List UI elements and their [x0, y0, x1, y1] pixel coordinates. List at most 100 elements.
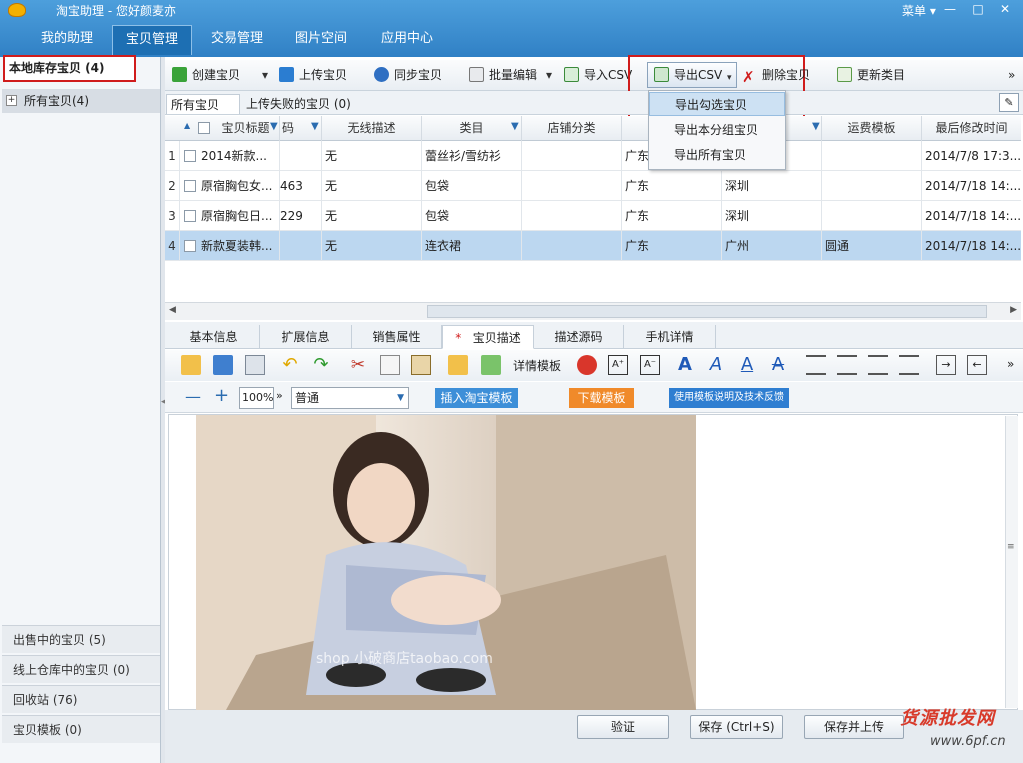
- strikethrough-icon[interactable]: A: [768, 355, 788, 375]
- scroll-left-icon[interactable]: ◀: [169, 305, 176, 315]
- filter-icon[interactable]: ▼: [311, 121, 319, 132]
- nav-tab-my-assistant[interactable]: 我的助理: [28, 25, 106, 55]
- row-checkbox[interactable]: [184, 150, 196, 162]
- scrollbar-thumb[interactable]: [427, 305, 987, 318]
- scroll-grip-icon[interactable]: ≡: [1007, 542, 1015, 552]
- table-row[interactable]: 1 2014新款... 无蕾丝衫/雪纺衫 广东 2014/7/8 17:3...: [165, 141, 1021, 171]
- nav-tab-item-management[interactable]: 宝贝管理: [112, 25, 192, 55]
- sync-item-button[interactable]: 同步宝贝: [374, 64, 442, 86]
- insert-image-icon[interactable]: [481, 355, 501, 375]
- tab-item-description[interactable]: * 宝贝描述: [442, 325, 534, 349]
- outdent-icon[interactable]: ←: [967, 355, 987, 375]
- create-item-button[interactable]: 创建宝贝: [172, 64, 240, 86]
- subtab-upload-failed[interactable]: 上传失败的宝贝 (0): [246, 94, 351, 114]
- subtab-all-items[interactable]: 所有宝贝 (4): [166, 94, 240, 132]
- filter-icon[interactable]: ▼: [511, 121, 519, 132]
- preview-icon[interactable]: [245, 355, 265, 375]
- expand-icon[interactable]: +: [6, 95, 17, 106]
- zoom-more-icon[interactable]: »: [276, 389, 283, 402]
- justify-icon[interactable]: [899, 355, 919, 375]
- nav-tab-trade-management[interactable]: 交易管理: [198, 25, 276, 55]
- tab-description-source[interactable]: 描述源码: [534, 325, 624, 349]
- cut-icon[interactable]: ✂: [348, 355, 368, 375]
- template-help-button[interactable]: 使用模板说明及技术反馈: [669, 388, 789, 408]
- tab-mobile-details[interactable]: 手机详情: [624, 325, 716, 349]
- zoom-input[interactable]: 100%: [239, 387, 274, 409]
- font-size-up-icon[interactable]: A⁺: [608, 355, 628, 375]
- underline-icon[interactable]: A: [737, 355, 757, 375]
- import-csv-button[interactable]: 导入CSV: [564, 64, 632, 86]
- align-left-icon[interactable]: [806, 355, 826, 375]
- insert-taobao-template-button[interactable]: 插入淘宝模板: [435, 388, 518, 408]
- align-center-icon[interactable]: [837, 355, 857, 375]
- row-checkbox[interactable]: [184, 180, 196, 192]
- zoom-in-icon[interactable]: +: [214, 385, 229, 406]
- verify-button[interactable]: 验证: [577, 715, 669, 739]
- filter-icon[interactable]: ▼: [812, 121, 820, 132]
- font-size-down-icon[interactable]: A⁻: [640, 355, 660, 375]
- sidebar-tree-all-items[interactable]: + 所有宝贝(4): [2, 89, 160, 113]
- bold-icon[interactable]: A: [675, 355, 695, 375]
- menu-item-export-group[interactable]: 导出本分组宝贝: [649, 118, 785, 142]
- table-row[interactable]: 4 新款夏装韩... 无 连衣裙 广东 广州 圆通 2014/7/18 14:...: [165, 231, 1021, 261]
- sidebar-item-warehouse[interactable]: 线上仓库中的宝贝 (0): [2, 655, 160, 683]
- table-row[interactable]: 2 原宿胸包女... 463 无 包袋 广东 深圳 2014/7/18 14:...: [165, 171, 1021, 201]
- save-and-upload-button[interactable]: 保存并上传: [804, 715, 904, 739]
- close-button[interactable]: ✕: [995, 1, 1015, 18]
- row-checkbox[interactable]: [184, 210, 196, 222]
- column-header-category[interactable]: 类目: [422, 116, 522, 141]
- column-header-wireless-desc[interactable]: 无线描述: [322, 116, 422, 141]
- create-item-dropdown-arrow[interactable]: ▾: [262, 64, 268, 86]
- batch-edit-button[interactable]: 批量编辑: [469, 64, 537, 86]
- sidebar-item-on-sale[interactable]: 出售中的宝贝 (5): [2, 625, 160, 653]
- table-row[interactable]: 3 原宿胸包日... 229 无 包袋 广东 深圳 2014/7/18 14:...: [165, 201, 1021, 231]
- zoom-out-icon[interactable]: —: [185, 387, 201, 406]
- insert-folder-icon[interactable]: [448, 355, 468, 375]
- save-button[interactable]: 保存 (Ctrl+S): [690, 715, 783, 739]
- undo-icon[interactable]: ↶: [280, 355, 300, 375]
- scroll-right-icon[interactable]: ▶: [1010, 305, 1017, 315]
- align-right-icon[interactable]: [868, 355, 888, 375]
- sidebar-title-local-stock[interactable]: 本地库存宝贝 (4): [3, 55, 136, 82]
- editor-toolbar-more[interactable]: »: [1007, 357, 1014, 371]
- tab-extended-info[interactable]: 扩展信息: [260, 325, 352, 349]
- main-menu-button[interactable]: 菜单 ▾: [902, 2, 936, 19]
- flash-icon[interactable]: [577, 355, 597, 375]
- paragraph-format-select[interactable]: 普通 ▼: [291, 387, 409, 409]
- batch-edit-dropdown-arrow[interactable]: ▾: [546, 64, 552, 86]
- minimize-button[interactable]: —: [940, 1, 960, 18]
- column-header-modified[interactable]: 最后修改时间: [922, 116, 1021, 141]
- sort-asc-icon[interactable]: ▲: [184, 121, 190, 130]
- redo-icon[interactable]: ↷: [311, 355, 331, 375]
- column-header-freight[interactable]: 运费模板: [822, 116, 922, 141]
- delete-item-button[interactable]: ✗ 删除宝贝: [742, 64, 810, 86]
- menu-item-export-selected[interactable]: 导出勾选宝贝: [649, 92, 785, 116]
- sidebar-item-templates[interactable]: 宝贝模板 (0): [2, 715, 160, 743]
- menu-item-export-all[interactable]: 导出所有宝贝: [649, 143, 785, 167]
- paste-icon[interactable]: [411, 355, 431, 375]
- download-template-button[interactable]: 下载模板: [569, 388, 634, 408]
- cell-category: 连衣裙: [425, 239, 462, 253]
- horizontal-scrollbar[interactable]: ◀ ▶: [165, 302, 1021, 320]
- tab-sales-attributes[interactable]: 销售属性: [352, 325, 442, 349]
- column-header-shop-category[interactable]: 店铺分类: [522, 116, 622, 141]
- sidebar-item-recycle-bin[interactable]: 回收站 (76): [2, 685, 160, 713]
- update-category-button[interactable]: 更新类目: [837, 64, 905, 86]
- italic-icon[interactable]: A: [706, 355, 726, 375]
- indent-icon[interactable]: →: [936, 355, 956, 375]
- select-all-checkbox[interactable]: [198, 122, 210, 134]
- nav-tab-app-center[interactable]: 应用中心: [368, 25, 446, 55]
- maximize-button[interactable]: □: [968, 1, 988, 18]
- row-checkbox[interactable]: [184, 240, 196, 252]
- nav-tab-picture-space[interactable]: 图片空间: [282, 25, 360, 55]
- open-folder-icon[interactable]: [181, 355, 201, 375]
- toolbar-more-button[interactable]: »: [1008, 64, 1015, 86]
- editor-vertical-scrollbar[interactable]: ≡: [1005, 416, 1018, 708]
- filter-icon[interactable]: ▼: [270, 121, 278, 132]
- edit-columns-icon[interactable]: ✎: [999, 93, 1019, 112]
- upload-item-button[interactable]: 上传宝贝: [279, 64, 347, 86]
- tab-basic-info[interactable]: 基本信息: [168, 325, 260, 349]
- detail-template-label[interactable]: 详情模板: [513, 356, 561, 376]
- save-disk-icon[interactable]: [213, 355, 233, 375]
- copy-icon[interactable]: [380, 355, 400, 375]
